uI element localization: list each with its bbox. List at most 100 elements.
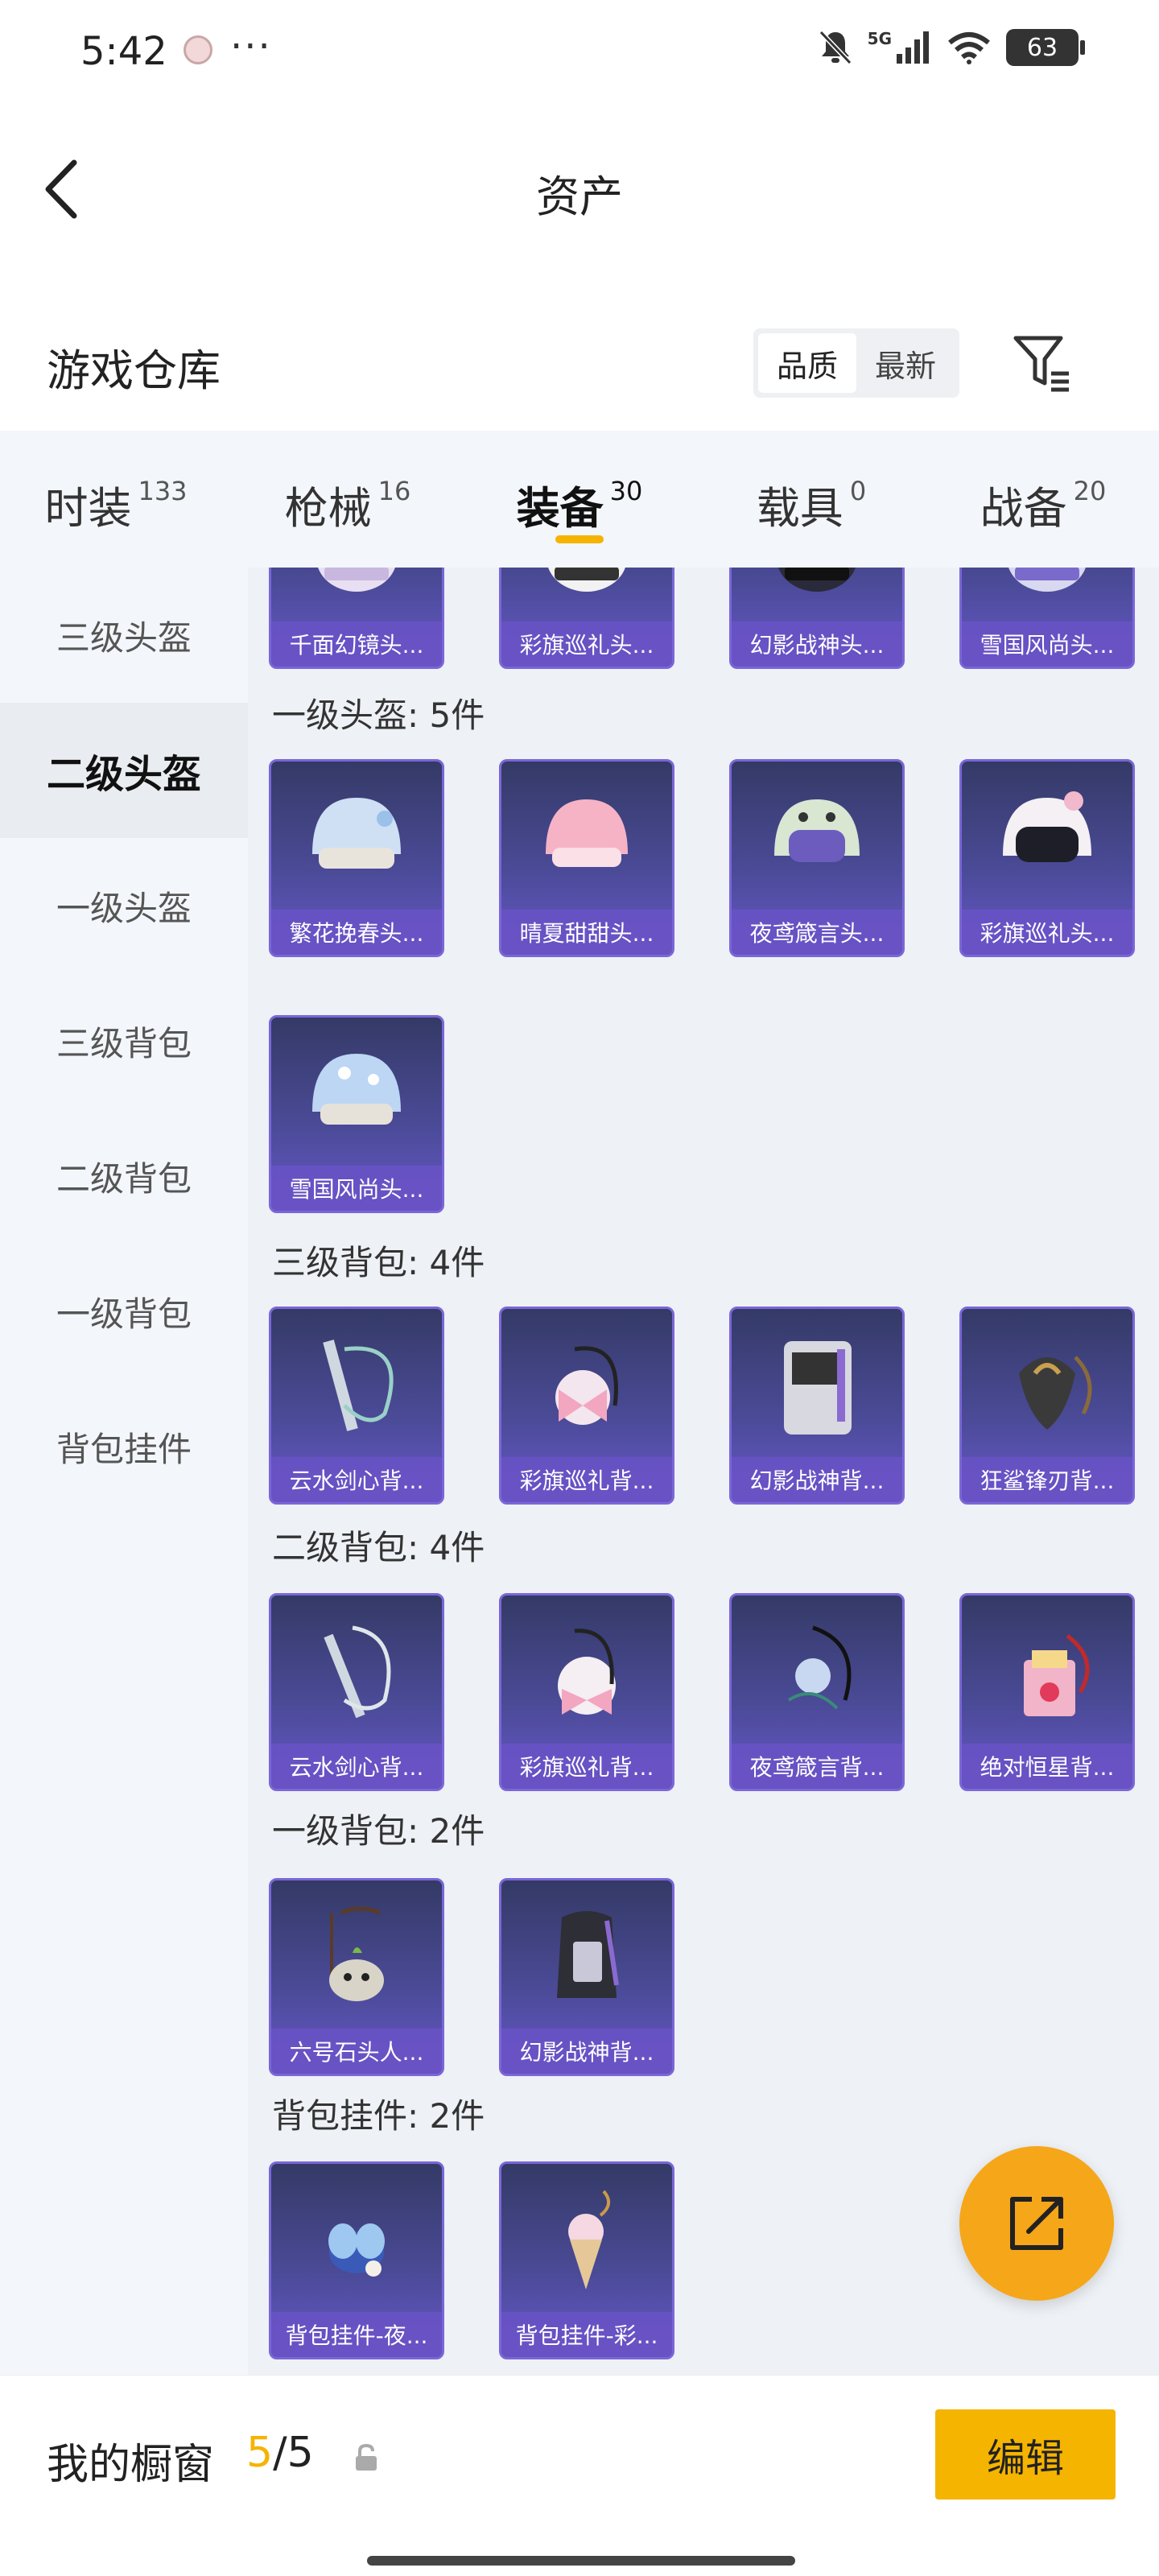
item-card[interactable]: 繁花挽春头...	[269, 759, 444, 957]
battery-icon: 63	[1006, 29, 1085, 66]
item-card[interactable]: 夜鸢箴言背...	[729, 1593, 905, 1791]
backpack-icon	[271, 1880, 442, 2033]
lock-icon[interactable]	[353, 2443, 380, 2472]
group-header: 背包挂件: 2件	[272, 2096, 485, 2136]
share-arrow-icon	[1010, 2197, 1063, 2250]
home-indicator[interactable]	[367, 2556, 795, 2566]
item-card[interactable]: 幻影战神背...	[729, 1307, 905, 1505]
showcase-count-total: 5	[287, 2429, 314, 2477]
charm-icon	[501, 2164, 672, 2317]
item-card[interactable]: 彩旗巡礼头...	[499, 568, 674, 669]
helmet-icon	[271, 568, 442, 626]
item-card[interactable]: 彩旗巡礼头...	[959, 759, 1135, 957]
status-bar: 5:42 ··· 5G 63	[0, 0, 1159, 105]
item-card[interactable]: 晴夏甜甜头...	[499, 759, 674, 957]
tab-count: 30	[609, 476, 643, 506]
backpack-icon	[732, 1596, 902, 1748]
item-card[interactable]: 雪国风尚头...	[269, 1015, 444, 1213]
item-name: 幻影战神背...	[732, 1457, 902, 1502]
more-dots-icon: ···	[230, 24, 272, 69]
backpack-icon	[962, 1596, 1132, 1748]
item-grid: 千面幻镜头... 彩旗巡礼头... 幻影战神头... 雪国风尚头... 一级头盔…	[248, 568, 1159, 2375]
item-name: 云水剑心背...	[271, 1744, 442, 1789]
sort-newest-button[interactable]: 最新	[856, 333, 955, 393]
item-name: 雪国风尚头...	[962, 621, 1132, 667]
backpack-icon	[501, 1596, 672, 1748]
tab-count: 0	[849, 476, 867, 506]
item-card[interactable]: 夜鸢箴言头...	[729, 759, 905, 957]
item-name: 夜鸢箴言头...	[732, 910, 902, 955]
helmet-icon	[962, 762, 1132, 914]
item-name: 彩旗巡礼背...	[501, 1457, 672, 1502]
item-card[interactable]: 彩旗巡礼背...	[499, 1593, 674, 1791]
item-name: 幻影战神头...	[732, 621, 902, 667]
item-card[interactable]: 幻影战神背...	[499, 1878, 674, 2076]
backpack-icon	[271, 1596, 442, 1748]
item-name: 背包挂件-彩...	[501, 2312, 672, 2357]
share-button[interactable]	[959, 2146, 1114, 2301]
backpack-icon	[271, 1309, 442, 1462]
item-name: 云水剑心背...	[271, 1457, 442, 1502]
item-card[interactable]: 云水剑心背...	[269, 1593, 444, 1791]
sidebar-item-lv2-helmet[interactable]: 二级头盔	[0, 703, 248, 838]
item-card[interactable]: 彩旗巡礼背...	[499, 1307, 674, 1505]
sidebar-item-lv3-helmet[interactable]: 三级头盔	[0, 568, 248, 703]
showcase-count: 5/5	[246, 2429, 314, 2477]
sort-toggle: 品质 最新	[753, 328, 959, 398]
item-name: 背包挂件-夜...	[271, 2312, 442, 2357]
group-header: 一级背包: 2件	[272, 1811, 485, 1851]
category-tabs: 时装 133 枪械 16 装备 30 载具 0 战备 20	[0, 431, 1159, 568]
item-card[interactable]: 绝对恒星背...	[959, 1593, 1135, 1791]
item-name: 千面幻镜头...	[271, 621, 442, 667]
sidebar-item-lv1-helmet[interactable]: 一级头盔	[0, 838, 248, 973]
tab-equipment[interactable]: 装备 30	[464, 431, 695, 568]
helmet-icon	[271, 762, 442, 914]
tab-count: 20	[1073, 476, 1107, 506]
showcase-count-current: 5	[246, 2429, 274, 2477]
item-card[interactable]: 幻影战神头...	[729, 568, 905, 669]
item-card[interactable]: 狂鲨锋刃背...	[959, 1307, 1135, 1505]
tab-label: 枪械	[284, 483, 372, 534]
item-card[interactable]: 六号石头人...	[269, 1878, 444, 2076]
group-header: 一级头盔: 5件	[272, 696, 485, 735]
group-header: 三级背包: 4件	[272, 1243, 485, 1282]
item-name: 幻影战神背...	[501, 2029, 672, 2074]
item-card[interactable]: 雪国风尚头...	[959, 568, 1135, 669]
sidebar-item-lv1-backpack[interactable]: 一级背包	[0, 1244, 248, 1379]
item-name: 繁花挽春头...	[271, 910, 442, 955]
item-card[interactable]: 背包挂件-彩...	[499, 2161, 674, 2359]
item-name: 狂鲨锋刃背...	[962, 1457, 1132, 1502]
network-label: 5G	[867, 29, 892, 48]
tab-fashion[interactable]: 时装 133	[0, 431, 232, 568]
item-card[interactable]: 千面幻镜头...	[269, 568, 444, 669]
tab-label: 载具	[756, 483, 843, 534]
tab-label: 战备	[980, 483, 1067, 534]
item-card[interactable]: 云水剑心背...	[269, 1307, 444, 1505]
sidebar-item-lv3-backpack[interactable]: 三级背包	[0, 973, 248, 1108]
backpack-icon	[501, 1880, 672, 2033]
backpack-icon	[962, 1309, 1132, 1462]
item-name: 六号石头人...	[271, 2029, 442, 2074]
tab-count: 16	[377, 476, 411, 506]
item-name: 晴夏甜甜头...	[501, 910, 672, 955]
helmet-icon	[732, 568, 902, 626]
edit-button[interactable]: 编辑	[935, 2409, 1116, 2500]
tab-label: 时装	[44, 483, 132, 534]
sort-quality-button[interactable]: 品质	[758, 333, 856, 393]
item-name: 雪国风尚头...	[271, 1166, 442, 1211]
helmet-icon	[271, 1018, 442, 1170]
helmet-icon	[501, 568, 672, 626]
tab-guns[interactable]: 枪械 16	[232, 431, 464, 568]
item-name: 彩旗巡礼头...	[501, 621, 672, 667]
section-title: 游戏仓库	[47, 345, 221, 396]
filter-icon[interactable]	[1011, 332, 1072, 393]
tab-vehicles[interactable]: 载具 0	[695, 431, 927, 568]
item-card[interactable]: 背包挂件-夜...	[269, 2161, 444, 2359]
sidebar-item-lv2-backpack[interactable]: 二级背包	[0, 1108, 248, 1244]
item-name: 夜鸢箴言背...	[732, 1744, 902, 1789]
item-name: 彩旗巡礼头...	[962, 910, 1132, 955]
sidebar-item-backpack-charm[interactable]: 背包挂件	[0, 1379, 248, 1514]
group-header: 二级背包: 4件	[272, 1528, 485, 1567]
tab-supplies[interactable]: 战备 20	[927, 431, 1159, 568]
sidebar: 三级头盔 二级头盔 一级头盔 三级背包 二级背包 一级背包 背包挂件	[0, 568, 248, 2375]
